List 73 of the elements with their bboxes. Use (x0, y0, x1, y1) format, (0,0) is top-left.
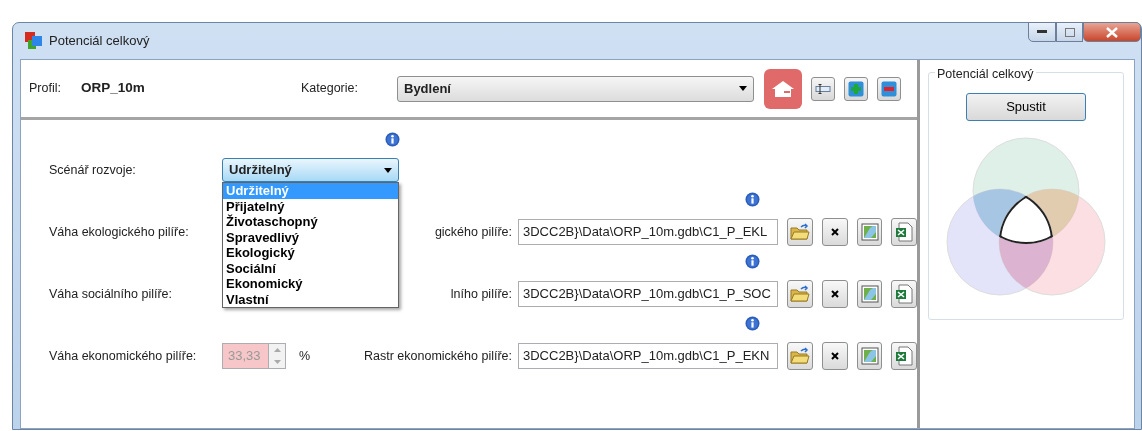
category-button[interactable] (764, 68, 802, 109)
dropdown-option[interactable]: Životaschopný (223, 214, 398, 230)
dropdown-option[interactable]: Ekologický (223, 245, 398, 261)
house-icon (771, 79, 795, 98)
weight-label: Váha ekologického pilíře: (49, 223, 190, 241)
close-icon (830, 352, 839, 360)
weight-field: 33,33 (222, 343, 268, 369)
app-logo-icon (25, 32, 43, 50)
map-button[interactable] (856, 280, 883, 308)
map-icon (860, 223, 879, 241)
close-icon (830, 228, 839, 236)
caret-up-icon (273, 348, 281, 352)
path-field[interactable]: 3DCC2B}\Data\ORP_10m.gdb\C1_P_EKN (518, 343, 779, 369)
spreadsheet-icon (895, 222, 914, 242)
clear-button[interactable] (822, 218, 848, 246)
clear-button[interactable] (822, 342, 848, 370)
minimize-button[interactable] (1028, 22, 1056, 42)
close-button[interactable] (1083, 22, 1141, 42)
scenario-label: Scénář rozvoje: (49, 161, 137, 179)
dropdown-option[interactable]: Sociální (223, 260, 398, 276)
clear-button[interactable] (822, 280, 848, 308)
rename-button[interactable] (811, 76, 835, 101)
maximize-icon (1064, 27, 1075, 37)
close-icon (830, 290, 839, 298)
map-icon (860, 285, 879, 303)
raster-label: lního pilíře: (450, 286, 512, 301)
maximize-button[interactable] (1056, 22, 1083, 42)
info-icon[interactable] (745, 192, 760, 207)
spreadsheet-icon (895, 284, 914, 304)
add-button[interactable] (844, 76, 868, 101)
dropdown-option[interactable]: Spravedlivý (223, 229, 398, 245)
dropdown-option[interactable]: Ekonomický (223, 276, 398, 292)
spreadsheet-button[interactable] (891, 218, 917, 246)
browse-button[interactable] (787, 218, 814, 246)
path-field[interactable]: 3DCC2B}\Data\ORP_10m.gdb\C1_P_SOC (518, 281, 779, 307)
minus-icon (881, 80, 897, 97)
close-icon (1106, 26, 1118, 38)
spreadsheet-button[interactable] (891, 280, 917, 308)
spreadsheet-button[interactable] (891, 342, 917, 370)
window-title: Potenciál celkový (49, 32, 150, 51)
map-icon (860, 347, 879, 365)
caret-icon (384, 167, 392, 173)
weight-label: Váha sociálního pilíře: (49, 285, 173, 303)
path-field[interactable]: 3DCC2B}\Data\ORP_10m.gdb\C1_P_EKL (518, 219, 779, 245)
category-dropdown[interactable]: Bydlení (397, 75, 754, 102)
dropdown-option[interactable]: Přijatelný (223, 198, 398, 214)
scenario-dropdown[interactable]: Udržitelný (222, 158, 399, 182)
map-button[interactable] (856, 342, 883, 370)
info-icon[interactable] (745, 254, 760, 269)
weight-label: Váha ekonomického pilíře: (49, 347, 198, 365)
folder-icon (790, 285, 811, 303)
profile-label: Profil: (29, 80, 62, 98)
raster-label: gického pilíře: (434, 224, 512, 239)
folder-icon (790, 223, 811, 241)
raster-label: Rastr ekonomického pilíře: (364, 348, 512, 363)
plus-icon (848, 80, 864, 97)
browse-button[interactable] (787, 280, 814, 308)
spreadsheet-icon (895, 346, 914, 366)
minimize-icon (1037, 30, 1047, 34)
run-button[interactable]: Spustit (966, 93, 1086, 121)
info-icon[interactable] (385, 132, 400, 147)
info-icon[interactable] (745, 316, 760, 331)
unit-label: % (299, 347, 311, 365)
profile-name: ORP_10m (81, 79, 146, 98)
caret-down-icon (273, 360, 281, 364)
caret-icon (739, 86, 747, 91)
category-label: Kategorie: (301, 80, 359, 98)
browse-button[interactable] (787, 342, 814, 370)
dropdown-option[interactable]: Vlastní (223, 291, 398, 307)
rename-icon (815, 83, 831, 94)
remove-button[interactable] (877, 76, 901, 101)
map-button[interactable] (856, 218, 883, 246)
folder-icon (790, 347, 811, 365)
